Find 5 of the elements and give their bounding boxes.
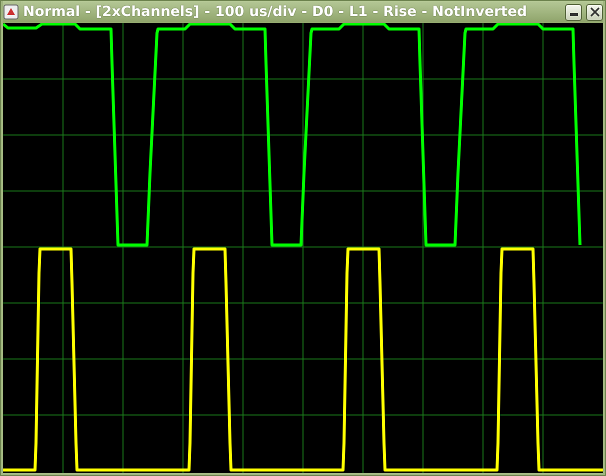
close-button[interactable] [586, 4, 603, 20]
minimize-button[interactable] [565, 4, 582, 20]
app-icon [3, 4, 19, 20]
close-icon [590, 7, 600, 17]
window-title: Normal - [2xChannels] - 100 us/div - D0 - L1 - Rise - NotInverted [23, 4, 528, 20]
